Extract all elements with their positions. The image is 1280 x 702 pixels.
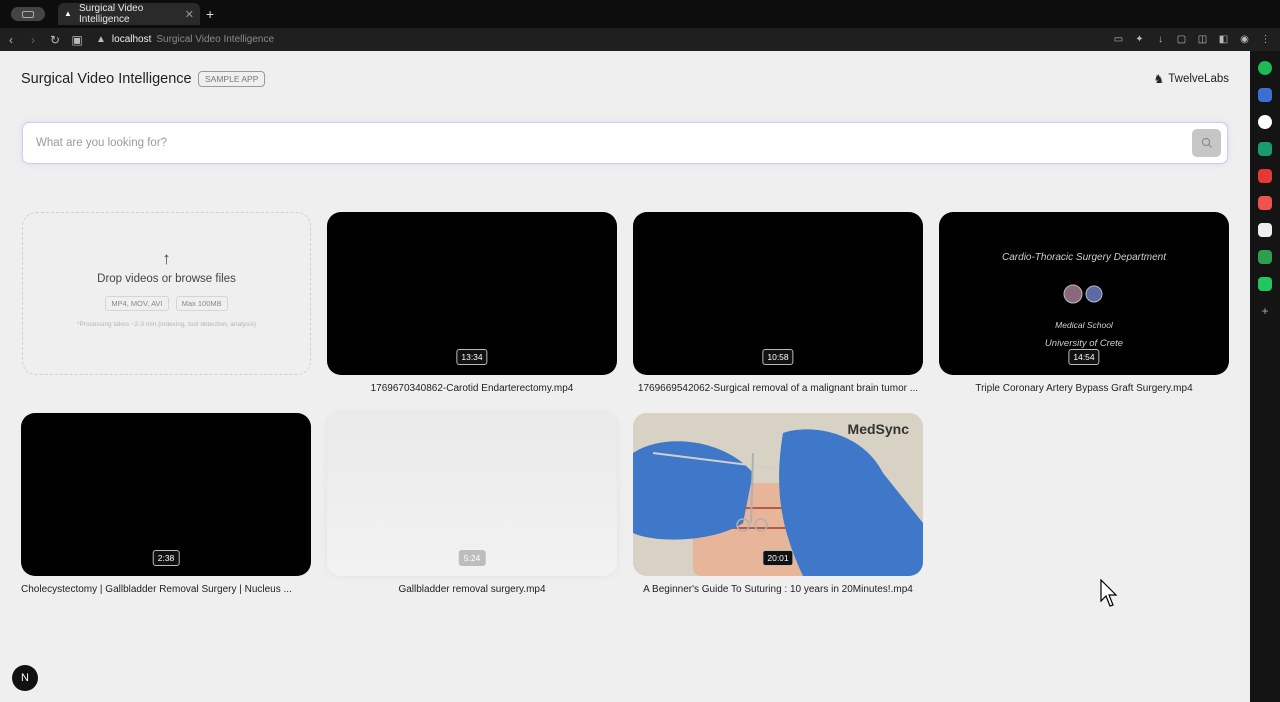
logo-text: TwelveLabs xyxy=(1168,73,1229,85)
extensions-icon[interactable]: ✦ xyxy=(1133,33,1146,46)
video-card[interactable]: MedSync 20:01 A Beginner's Guide To Sutu… xyxy=(633,413,923,595)
video-filename: Cholecystectomy | Gallbladder Removal Su… xyxy=(21,584,292,595)
search-button[interactable] xyxy=(1192,129,1221,157)
site-warning-icon: ▲ xyxy=(96,34,106,45)
tab-overview-icon[interactable] xyxy=(11,7,45,21)
download-icon[interactable]: ↓ xyxy=(1154,33,1167,46)
shopping-icon[interactable] xyxy=(1258,277,1272,291)
page: Surgical Video Intelligence SAMPLE APP ♞… xyxy=(0,51,1250,702)
processing-note: *Processing takes ~2-3 min (indexing, to… xyxy=(76,321,257,328)
university-seals-icon xyxy=(1063,284,1103,304)
duration-badge: 5:24 xyxy=(458,550,486,566)
add-icon[interactable]: + xyxy=(1258,304,1272,318)
duration-badge: 20:01 xyxy=(762,550,794,566)
browser-tab[interactable]: ▲ Surgical Video Intelligence ✕ xyxy=(58,3,200,25)
video-thumbnail[interactable]: MedSync 20:01 xyxy=(633,413,923,576)
url-page-title: Surgical Video Intelligence xyxy=(156,34,275,45)
sample-app-badge: SAMPLE APP xyxy=(198,71,266,87)
tab-close-icon[interactable]: ✕ xyxy=(185,8,194,21)
status-icon[interactable] xyxy=(1258,61,1272,75)
video-thumbnail[interactable]: 5:24 xyxy=(327,413,617,576)
edge-icon[interactable] xyxy=(1258,142,1272,156)
video-filename: Triple Coronary Artery Bypass Graft Surg… xyxy=(975,383,1193,394)
thumbnail-university: University of Crete xyxy=(1044,338,1124,349)
video-thumbnail[interactable]: 13:34 xyxy=(327,212,617,375)
video-thumbnail[interactable]: Cardio-Thoracic Surgery Department Medic… xyxy=(939,212,1229,375)
page-title: Surgical Video Intelligence xyxy=(21,71,192,87)
medsync-watermark: MedSync xyxy=(847,421,909,437)
browser-tabbar: ▲ Surgical Video Intelligence ✕ + xyxy=(0,0,1280,28)
upload-dropzone[interactable]: ↑ Drop videos or browse files MP4, MOV, … xyxy=(22,212,311,375)
video-filename: 1769670340862-Carotid Endarterectomy.mp4 xyxy=(370,383,574,394)
duration-badge: 13:34 xyxy=(456,349,488,365)
translate-icon[interactable] xyxy=(1258,223,1272,237)
upload-arrow-icon: ↑ xyxy=(162,249,171,268)
forward-icon[interactable]: › xyxy=(22,33,44,47)
back-icon[interactable]: ‹ xyxy=(0,33,22,47)
video-card[interactable]: 2:38 Cholecystectomy | Gallbladder Remov… xyxy=(21,413,311,595)
split-view-icon[interactable]: ◧ xyxy=(1217,33,1230,46)
address-bar: ‹ › ↻ ▣ ▲ localhost Surgical Video Intel… xyxy=(0,28,1280,51)
video-thumbnail[interactable]: 2:38 xyxy=(21,413,311,576)
search-bar xyxy=(22,122,1228,164)
cast-icon[interactable]: ▭ xyxy=(1112,33,1125,46)
horse-logo-icon: ♞ xyxy=(1153,72,1165,86)
favicon-icon: ▲ xyxy=(64,9,72,18)
video-thumbnail[interactable]: 10:58 xyxy=(633,212,923,375)
mouse-cursor-icon xyxy=(1100,579,1118,607)
youtube-icon[interactable] xyxy=(1258,169,1272,183)
duration-badge: 2:38 xyxy=(152,550,180,566)
notion-icon[interactable]: ▣ xyxy=(66,33,88,47)
calendar-icon[interactable] xyxy=(1258,88,1272,102)
dev-tools-button[interactable]: N xyxy=(12,665,38,691)
extension-sidebar: + xyxy=(1250,51,1280,702)
google-icon[interactable] xyxy=(1258,115,1272,129)
duration-badge: 10:58 xyxy=(762,349,794,365)
video-filename: Gallbladder removal surgery.mp4 xyxy=(398,584,546,595)
video-card[interactable]: Cardio-Thoracic Surgery Department Medic… xyxy=(939,212,1229,394)
max-size-chip: Max 100MB xyxy=(175,296,228,311)
thumbnail-school: Medical School xyxy=(1055,320,1113,330)
menu-icon[interactable]: ⋮ xyxy=(1259,33,1272,46)
sheets-icon[interactable] xyxy=(1258,250,1272,264)
twelvelabs-logo[interactable]: ♞ TwelveLabs xyxy=(1154,72,1230,86)
video-card[interactable]: 13:34 1769670340862-Carotid Endarterecto… xyxy=(327,212,617,394)
profile-icon[interactable]: ◉ xyxy=(1238,33,1251,46)
formats-chip: MP4, MOV, AVI xyxy=(105,296,169,311)
reload-icon[interactable]: ↻ xyxy=(44,33,66,47)
video-icon[interactable]: ▢ xyxy=(1175,33,1188,46)
url-field[interactable]: ▲ localhost Surgical Video Intelligence xyxy=(96,34,274,45)
duration-badge: 14:54 xyxy=(1068,349,1100,365)
pocket-icon[interactable] xyxy=(1258,196,1272,210)
screenshot-icon[interactable]: ◫ xyxy=(1196,33,1209,46)
url-host: localhost xyxy=(111,34,152,45)
search-icon xyxy=(1201,137,1212,148)
thumbnail-heading: Cardio-Thoracic Surgery Department xyxy=(1002,252,1166,263)
video-filename: A Beginner's Guide To Suturing : 10 year… xyxy=(643,584,913,595)
upload-title: Drop videos or browse files xyxy=(97,273,236,285)
new-tab-icon[interactable]: + xyxy=(206,6,214,22)
video-card[interactable]: 10:58 1769669542062-Surgical removal of … xyxy=(633,212,923,394)
video-filename: 1769669542062-Surgical removal of a mali… xyxy=(637,383,919,394)
tab-title: Surgical Video Intelligence xyxy=(78,3,144,25)
search-input[interactable] xyxy=(36,137,1136,149)
video-card[interactable]: 5:24 Gallbladder removal surgery.mp4 xyxy=(327,413,617,595)
